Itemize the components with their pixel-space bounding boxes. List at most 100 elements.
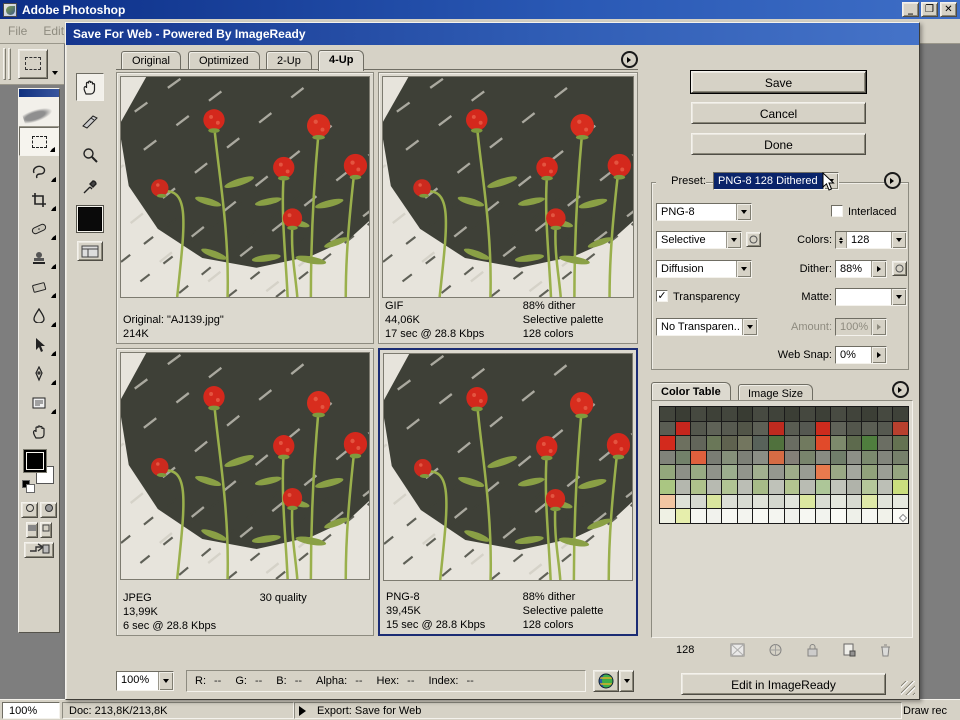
color-swatch[interactable] <box>691 407 706 421</box>
preview-image[interactable] <box>383 353 633 581</box>
chevron-down-icon[interactable] <box>158 672 173 690</box>
tab-color-table[interactable]: Color Table <box>651 382 731 400</box>
web-shift-icon[interactable] <box>768 643 783 657</box>
color-swatch[interactable] <box>737 509 753 523</box>
restore-button[interactable]: ❐ <box>921 2 938 17</box>
color-swatch[interactable] <box>846 479 862 494</box>
quickmask-mode-button[interactable] <box>40 502 57 518</box>
color-swatch[interactable] <box>768 407 784 421</box>
new-color-icon[interactable] <box>842 643 856 657</box>
color-swatch[interactable] <box>768 421 784 436</box>
websnap-field[interactable]: 0% <box>835 346 887 364</box>
color-swatch[interactable] <box>722 479 737 494</box>
color-swatch[interactable] <box>768 450 784 465</box>
color-swatch[interactable] <box>877 479 893 494</box>
preview-panel-original[interactable]: Original: "AJ139.jpg" 214K <box>116 72 374 344</box>
color-swatch[interactable] <box>753 407 768 421</box>
preview-panel-jpeg[interactable]: JPEG 13,99K 6 sec @ 28.8 Kbps 30 quality <box>116 348 374 636</box>
color-swatch[interactable] <box>722 465 737 479</box>
minimize-button[interactable]: _ <box>902 2 919 17</box>
color-swatch[interactable] <box>815 494 831 509</box>
chevron-down-icon[interactable] <box>52 71 58 78</box>
color-swatch[interactable] <box>675 465 691 479</box>
matte-dropdown[interactable] <box>835 288 907 306</box>
save-button[interactable]: Save <box>691 71 866 93</box>
color-swatch[interactable] <box>893 465 908 479</box>
color-swatch[interactable] <box>691 421 706 436</box>
eraser-tool[interactable] <box>19 272 59 301</box>
chevron-down-icon[interactable] <box>891 289 906 305</box>
color-swatch[interactable] <box>862 465 877 479</box>
color-swatch[interactable] <box>784 450 800 465</box>
zoom-level-dropdown[interactable]: 100% <box>116 671 174 691</box>
tab-optimized[interactable]: Optimized <box>188 51 260 70</box>
color-swatch[interactable] <box>691 479 706 494</box>
color-swatch[interactable] <box>784 465 800 479</box>
color-swatch[interactable] <box>784 421 800 436</box>
color-swatch[interactable] <box>800 421 815 436</box>
color-swatch[interactable] <box>768 479 784 494</box>
chevron-right-icon[interactable] <box>871 347 886 363</box>
interlaced-checkbox[interactable] <box>831 205 843 217</box>
preview-menu-button[interactable] <box>621 51 638 68</box>
color-swatch[interactable] <box>877 465 893 479</box>
color-swatch[interactable] <box>831 450 846 465</box>
tab-image-size[interactable]: Image Size <box>738 384 814 400</box>
dialog-titlebar[interactable]: Save For Web - Powered By ImageReady <box>66 23 919 45</box>
color-swatch[interactable] <box>722 421 737 436</box>
dialog-eyedropper-tool[interactable] <box>76 173 104 201</box>
preview-image[interactable] <box>120 352 370 580</box>
color-swatch[interactable] <box>877 450 893 465</box>
preview-image[interactable] <box>382 76 634 298</box>
transparency-checkbox[interactable]: ✓ <box>656 290 668 302</box>
color-swatch[interactable] <box>831 407 846 421</box>
preview-panel-png8[interactable]: PNG-8 39,45K 15 sec @ 28.8 Kbps 88% dither S… <box>378 348 638 636</box>
color-swatch[interactable] <box>784 494 800 509</box>
color-swatch[interactable] <box>737 436 753 450</box>
color-swatch[interactable] <box>877 509 893 523</box>
delete-color-icon[interactable] <box>879 643 892 657</box>
color-swatch[interactable] <box>722 494 737 509</box>
color-swatch[interactable] <box>893 421 908 436</box>
color-swatch[interactable] <box>815 421 831 436</box>
color-swatch[interactable] <box>660 450 675 465</box>
blur-tool[interactable] <box>19 301 59 330</box>
color-swatch[interactable] <box>893 479 908 494</box>
color-swatch[interactable] <box>815 450 831 465</box>
transparency-dither-dropdown[interactable]: No Transparen.. <box>656 318 758 336</box>
chevron-down-icon[interactable] <box>726 232 741 248</box>
color-swatch[interactable] <box>660 479 675 494</box>
menu-edit[interactable]: Edit <box>43 24 64 38</box>
settings-menu-button[interactable] <box>884 172 901 189</box>
color-swatch[interactable] <box>675 450 691 465</box>
color-swatch[interactable] <box>660 436 675 450</box>
color-swatch[interactable] <box>862 407 877 421</box>
color-swatch[interactable] <box>753 436 768 450</box>
color-swatch[interactable] <box>846 509 862 523</box>
chevron-down-icon[interactable] <box>742 319 757 335</box>
color-swatch[interactable] <box>800 494 815 509</box>
color-swatch[interactable] <box>737 479 753 494</box>
slice-select-tool[interactable] <box>76 107 104 135</box>
color-swatch[interactable] <box>753 479 768 494</box>
dialog-hand-tool[interactable] <box>76 73 104 101</box>
color-swatch[interactable] <box>846 465 862 479</box>
colors-spinner[interactable] <box>836 232 847 248</box>
eyedropper-color-swatch[interactable] <box>78 207 102 231</box>
color-swatch[interactable] <box>831 479 846 494</box>
color-swatch[interactable] <box>722 436 737 450</box>
color-swatch[interactable] <box>737 421 753 436</box>
color-swatch[interactable] <box>768 509 784 523</box>
resize-grip[interactable] <box>901 681 915 695</box>
color-swatch[interactable] <box>893 407 908 421</box>
tab-4up[interactable]: 4-Up <box>318 50 365 71</box>
chevron-right-icon[interactable] <box>871 261 886 277</box>
color-swatch[interactable] <box>893 450 908 465</box>
palette-dropdown[interactable]: Selective <box>656 231 742 249</box>
colors-combo[interactable]: 128 <box>835 231 907 249</box>
color-swatch[interactable] <box>877 407 893 421</box>
color-swatch[interactable] <box>675 421 691 436</box>
color-swatch[interactable] <box>815 465 831 479</box>
color-swatch[interactable] <box>722 509 737 523</box>
color-swatch[interactable] <box>768 436 784 450</box>
